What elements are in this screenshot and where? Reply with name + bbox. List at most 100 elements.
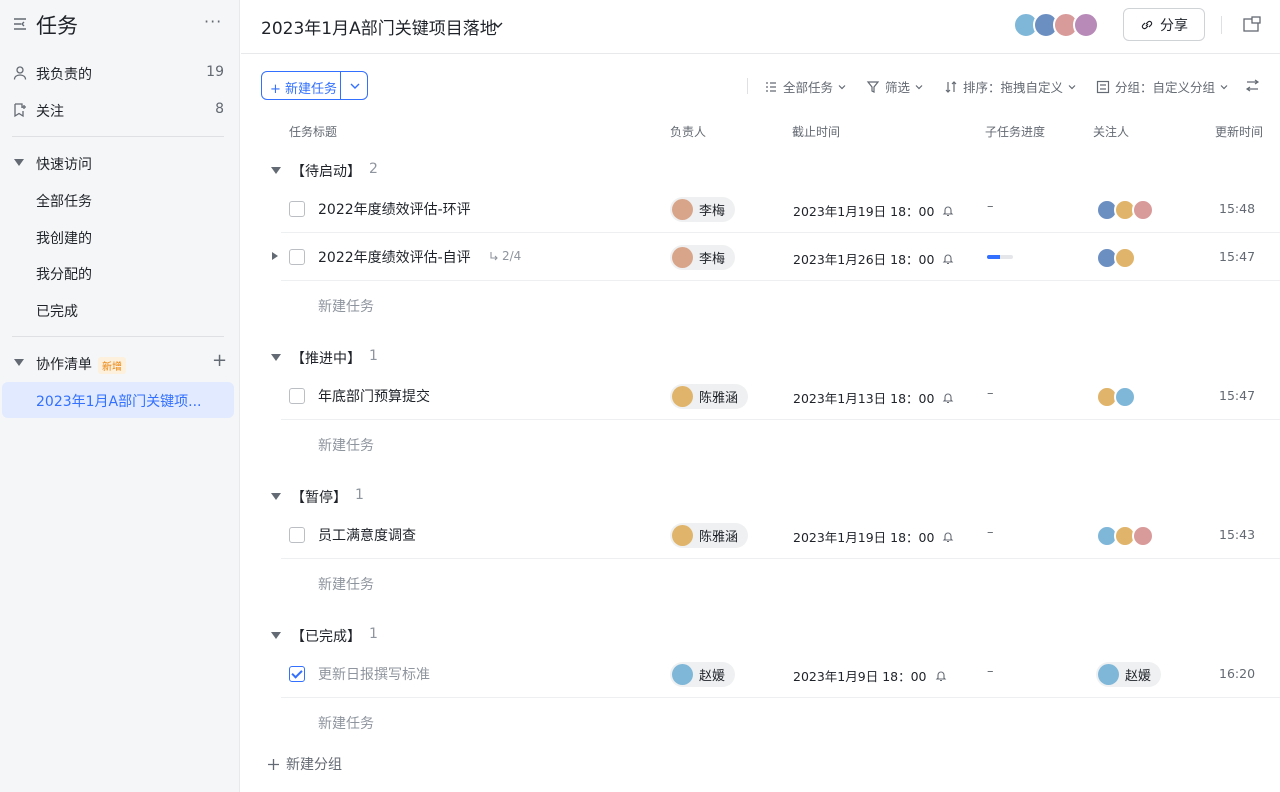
settings-sliders-icon[interactable] [1245, 78, 1260, 93]
sidebar-title: 任务 [36, 14, 78, 38]
group-count: 1 [355, 487, 364, 503]
divider [340, 72, 341, 99]
new-task-label: + 新建任务 [270, 82, 338, 97]
tool-label: 分组：自定义分组 [1115, 80, 1216, 95]
column-header-assignee[interactable]: 负责人 [670, 123, 706, 140]
link-icon [1141, 20, 1153, 29]
main-content: 2023年1月A部门关键项目落地 分享 + 新建任务 全部任务 筛选 排序：拖拽… [241, 0, 1280, 792]
table-row[interactable]: 年底部门预算提交 陈雅涵 2023年1月13日 18：00 – 15:47 [281, 372, 1280, 420]
group-name: 【待启动】 [291, 164, 361, 180]
group-button[interactable]: 分组：自定义分组 [1096, 77, 1228, 96]
new-window-icon[interactable] [1243, 16, 1261, 32]
caret-down-icon [14, 359, 24, 366]
followers[interactable] [1096, 525, 1176, 547]
avatar [672, 247, 693, 268]
group-name: 【暂停】 [291, 490, 347, 506]
view-filter-button[interactable]: 全部任务 [764, 77, 846, 96]
sidebar-item-all-tasks[interactable]: 全部任务 [0, 182, 240, 218]
divider [1221, 16, 1222, 34]
chevron-down-icon[interactable] [349, 80, 361, 92]
sort-button[interactable]: 排序：拖拽自定义 [944, 77, 1076, 96]
new-task-button[interactable]: + 新建任务 [261, 71, 368, 100]
due-date[interactable]: 2023年1月19日 18：00 [793, 201, 954, 220]
table-row[interactable]: 2022年度绩效评估-环评 李梅 2023年1月19日 18：00 – 15:4… [281, 185, 1280, 233]
more-icon[interactable]: ··· [204, 12, 222, 31]
column-header-title[interactable]: 任务标题 [289, 123, 337, 140]
collapse-sidebar-icon[interactable] [12, 16, 28, 32]
table-row[interactable]: 更新日报撰写标准 赵媛 2023年1月9日 18：00 – 赵媛 16:20 [281, 650, 1280, 698]
tool-label: 排序：拖拽自定义 [963, 80, 1064, 95]
assignee-chip[interactable]: 陈雅涵 [670, 523, 749, 548]
due-date[interactable]: 2023年1月26日 18：00 [793, 249, 954, 268]
column-header-followers[interactable]: 关注人 [1093, 123, 1129, 140]
sidebar-item-count: 19 [206, 64, 224, 80]
divider [747, 78, 748, 94]
follower-chip[interactable]: 赵媛 [1096, 662, 1162, 687]
followers[interactable] [1096, 247, 1176, 269]
updated-time: 16:20 [1219, 666, 1256, 681]
column-header-due[interactable]: 截止时间 [792, 123, 840, 140]
task-title[interactable]: 更新日报撰写标准 [318, 664, 430, 684]
group-count: 1 [369, 626, 378, 642]
expand-subtasks-icon[interactable] [272, 252, 278, 260]
subtask-progress: – [987, 525, 994, 540]
sidebar-item-created[interactable]: 我创建的 [0, 219, 240, 255]
new-task-inline[interactable]: 新建任务 [318, 574, 374, 594]
task-title[interactable]: 年底部门预算提交 [318, 386, 430, 406]
sidebar-item-assigned[interactable]: 我分配的 [0, 255, 240, 291]
new-group-button[interactable]: 新建分组 [267, 754, 342, 774]
assignee-chip[interactable]: 李梅 [670, 245, 736, 270]
group-count: 1 [369, 348, 378, 364]
add-list-button[interactable]: + [212, 350, 227, 371]
due-date[interactable]: 2023年1月19日 18：00 [793, 527, 954, 546]
page-title[interactable]: 2023年1月A部门关键项目落地 [261, 14, 497, 39]
sidebar-item-active-list[interactable]: 2023年1月A部门关键项... [2, 382, 234, 418]
table-row[interactable]: 员工满意度调查 陈雅涵 2023年1月19日 18：00 – 15:43 [281, 511, 1280, 559]
caret-down-icon [271, 167, 281, 174]
quick-access-section[interactable]: 快速访问 [0, 145, 240, 181]
divider [12, 336, 224, 337]
due-date[interactable]: 2023年1月13日 18：00 [793, 388, 954, 407]
task-checkbox-checked[interactable] [289, 666, 305, 682]
followers[interactable] [1096, 386, 1176, 408]
member-avatars[interactable] [1013, 12, 1103, 40]
chevron-down-icon [1220, 84, 1228, 89]
new-task-inline[interactable]: 新建任务 [318, 713, 374, 733]
assignee-name: 李梅 [699, 204, 726, 219]
new-task-inline[interactable]: 新建任务 [318, 435, 374, 455]
task-checkbox[interactable] [289, 201, 305, 217]
chevron-down-icon[interactable] [491, 18, 505, 32]
table-row[interactable]: 2022年度绩效评估-自评 2/4 李梅 2023年1月26日 18：00 15… [272, 233, 1280, 281]
bell-icon [943, 206, 954, 216]
collab-list-section[interactable]: 协作清单 新增 + [0, 345, 240, 381]
due-date[interactable]: 2023年1月9日 18：00 [793, 666, 947, 685]
user-icon [13, 66, 27, 80]
due-text: 2023年1月13日 18：00 [793, 391, 935, 406]
task-title[interactable]: 员工满意度调查 [318, 525, 416, 545]
assignee-chip[interactable]: 赵媛 [670, 662, 736, 687]
task-checkbox[interactable] [289, 388, 305, 404]
column-header-updated[interactable]: 更新时间 [1215, 123, 1263, 140]
new-task-inline[interactable]: 新建任务 [318, 296, 374, 316]
task-checkbox[interactable] [289, 249, 305, 265]
filter-button[interactable]: 筛选 [866, 77, 923, 96]
subtask-progress: – [987, 199, 994, 214]
assignee-chip[interactable]: 陈雅涵 [670, 384, 749, 409]
sidebar-item-follow[interactable]: 关注 8 [0, 92, 240, 128]
task-title[interactable]: 2022年度绩效评估-环评 [318, 199, 471, 219]
avatar [672, 664, 693, 685]
column-header-progress[interactable]: 子任务进度 [985, 123, 1045, 140]
due-text: 2023年1月19日 18：00 [793, 204, 935, 219]
updated-time: 15:47 [1219, 249, 1256, 264]
chevron-down-icon [915, 84, 923, 89]
sidebar-item-mine[interactable]: 我负责的 19 [0, 55, 240, 91]
subtask-progress: – [987, 664, 994, 679]
share-button[interactable]: 分享 [1123, 8, 1205, 41]
bell-icon [943, 532, 954, 542]
task-title[interactable]: 2022年度绩效评估-自评 [318, 247, 471, 267]
chevron-down-icon [1068, 84, 1076, 89]
followers[interactable] [1096, 199, 1176, 221]
sidebar-item-completed[interactable]: 已完成 [0, 292, 240, 328]
task-checkbox[interactable] [289, 527, 305, 543]
assignee-chip[interactable]: 李梅 [670, 197, 736, 222]
